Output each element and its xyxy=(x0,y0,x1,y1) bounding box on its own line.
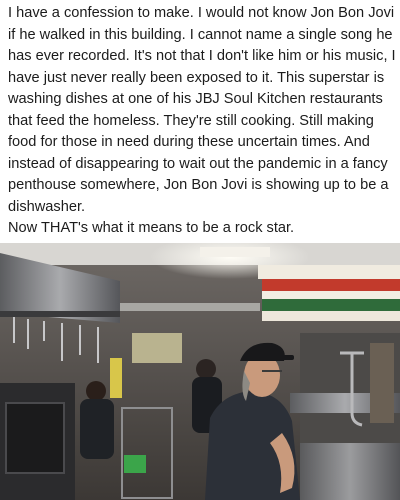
post-paragraph: I have a confession to make. I would not… xyxy=(8,5,396,215)
yellow-bin xyxy=(132,333,182,363)
foreground-sink xyxy=(300,443,400,500)
post-text: I have a confession to make. I would not… xyxy=(8,3,398,240)
rear-shelf xyxy=(120,303,260,311)
post-closing-line: Now THAT's what it means to be a rock st… xyxy=(8,220,295,236)
yellow-sign xyxy=(110,358,122,398)
kitchen-scene-illustration xyxy=(0,243,400,500)
stacked-pans xyxy=(258,265,400,321)
green-bin xyxy=(124,455,146,473)
kitchen-photo xyxy=(0,243,400,500)
light-panel xyxy=(200,247,270,257)
shelf-items xyxy=(370,343,394,423)
